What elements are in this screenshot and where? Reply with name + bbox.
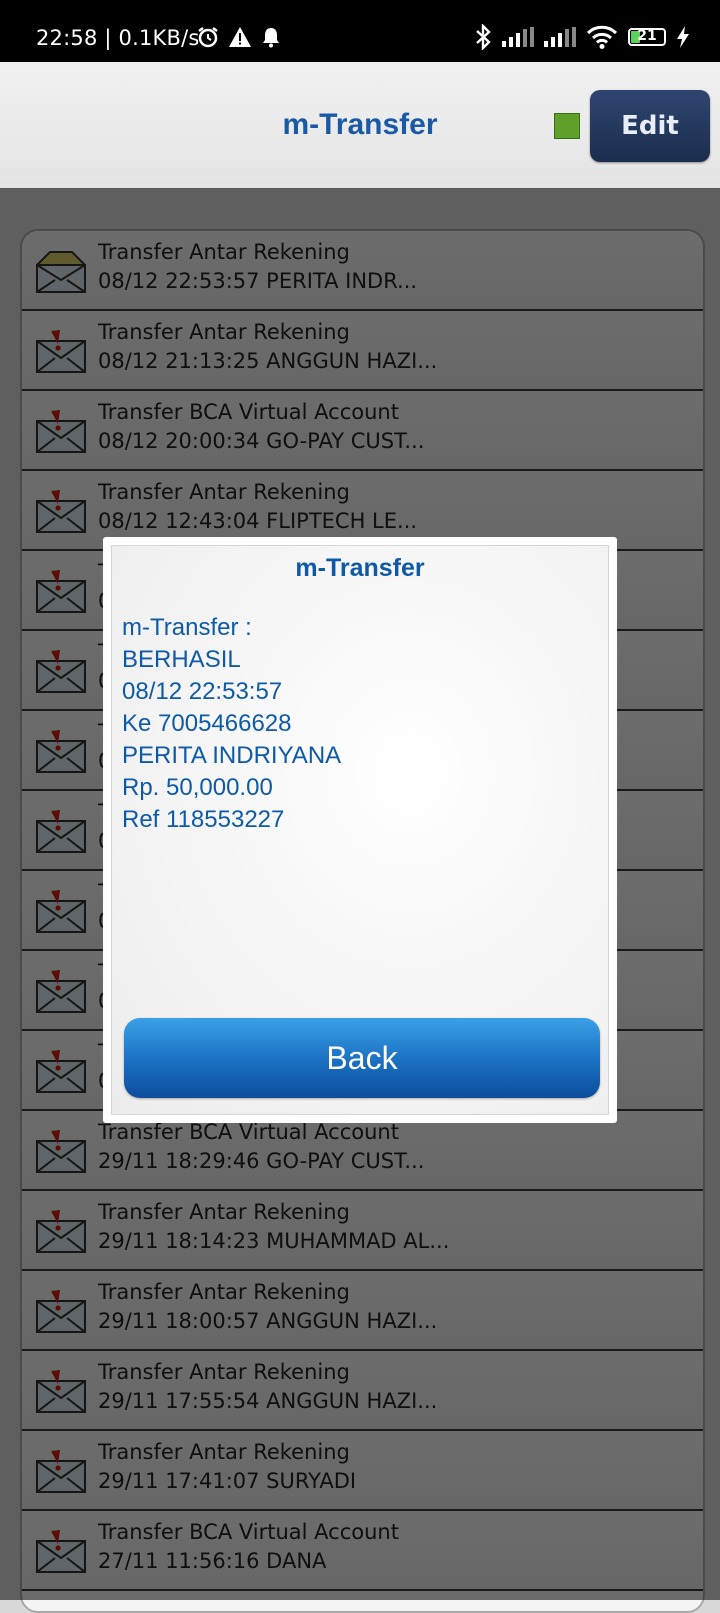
dialog-line: Ke 7005466628	[122, 710, 292, 737]
dialog-panel: m-Transfer m-Transfer : BERHASIL 08/12 2…	[111, 545, 609, 1115]
status-icons-left	[196, 25, 282, 49]
signal-2-icon	[544, 27, 576, 47]
battery-level: 21	[637, 28, 657, 44]
dialog-message: m-Transfer : BERHASIL 08/12 22:53:57 Ke …	[122, 612, 341, 836]
back-button[interactable]: Back	[124, 1018, 600, 1098]
wifi-icon	[586, 25, 618, 49]
connection-indicator	[554, 113, 580, 139]
dialog-line: Rp. 50,000.00	[122, 774, 273, 801]
dialog-title: m-Transfer	[295, 554, 425, 582]
dialog-line: PERITA INDRIYANA	[122, 742, 342, 769]
dialog-line: BERHASIL	[122, 646, 241, 673]
battery-icon: 21	[628, 28, 666, 46]
status-time: 22:58 | 0.1KB/s	[36, 26, 200, 50]
dialog-line: 08/12 22:53:57	[122, 678, 283, 705]
charging-bolt-icon	[677, 26, 689, 48]
dialog-line: m-Transfer :	[122, 614, 252, 641]
signal-1-icon	[502, 27, 534, 47]
notification-bell-icon	[263, 28, 279, 48]
edit-button[interactable]: Edit	[590, 90, 710, 162]
bluetooth-icon	[476, 24, 491, 50]
warning-icon	[229, 27, 251, 47]
status-bar: 22:58 | 0.1KB/s 21	[0, 0, 720, 62]
status-icons-right: 21	[474, 24, 690, 50]
dialog-line: Ref 118553227	[122, 806, 285, 833]
alarm-icon	[198, 27, 218, 48]
transfer-result-dialog: m-Transfer m-Transfer : BERHASIL 08/12 2…	[103, 537, 617, 1123]
